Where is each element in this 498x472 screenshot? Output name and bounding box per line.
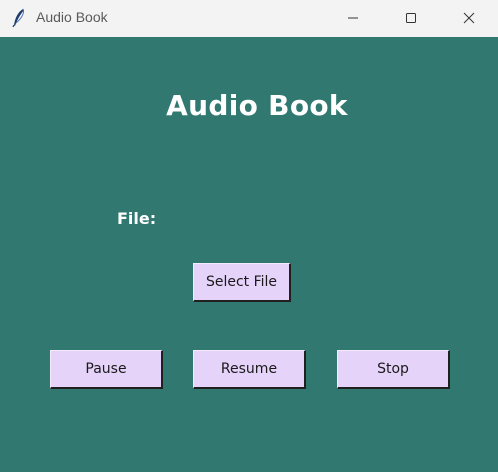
window-title: Audio Book (36, 9, 108, 25)
maximize-icon (405, 9, 417, 28)
pause-button[interactable]: Pause (50, 350, 163, 389)
page-title: Audio Book (166, 89, 348, 122)
close-button[interactable] (446, 0, 492, 37)
feather-icon (10, 8, 28, 28)
maximize-button[interactable] (388, 0, 434, 37)
close-icon (463, 9, 475, 28)
minimize-button[interactable] (330, 0, 376, 37)
app-window: Audio Book Audio Book File: Select File … (0, 0, 498, 472)
resume-button[interactable]: Resume (193, 350, 306, 389)
minimize-icon (347, 9, 359, 28)
main-panel: Audio Book File: Select File Pause Resum… (0, 37, 498, 472)
title-bar[interactable]: Audio Book (0, 0, 498, 37)
select-file-button[interactable]: Select File (193, 263, 291, 302)
stop-button[interactable]: Stop (337, 350, 450, 389)
file-label: File: (117, 209, 157, 228)
